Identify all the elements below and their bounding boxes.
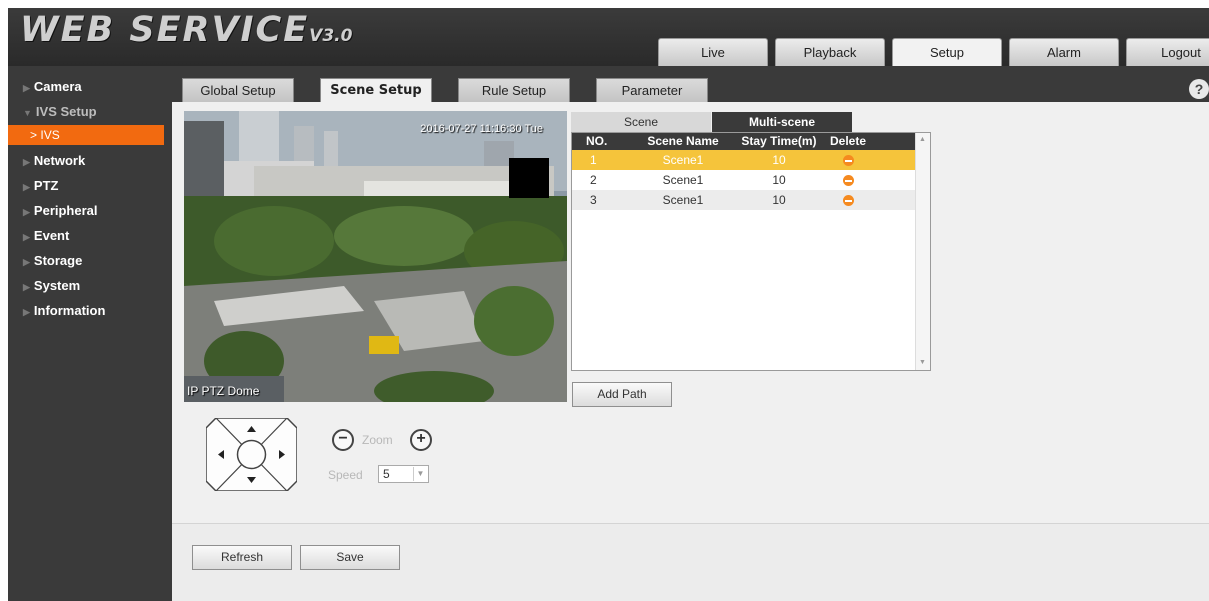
nav-setup[interactable]: Setup <box>892 38 1002 66</box>
cell-delete <box>819 150 877 170</box>
caret-right-icon: ▶ <box>23 157 30 167</box>
cell-no: 2 <box>590 173 597 187</box>
caret-right-icon: ▶ <box>23 83 30 93</box>
delete-icon[interactable] <box>842 175 854 187</box>
sidebar-item-network[interactable]: ▶ Network <box>8 148 172 173</box>
tab-global-setup[interactable]: Global Setup <box>182 78 294 102</box>
sidebar-item-information[interactable]: ▶ Information <box>8 298 172 323</box>
speed-label: Speed <box>328 468 363 482</box>
sidebar-item-system[interactable]: ▶ System <box>8 273 172 298</box>
cell-delete <box>819 190 877 210</box>
table-row[interactable]: 3 Scene1 10 <box>572 190 930 210</box>
sidebar-item-peripheral[interactable]: ▶ Peripheral <box>8 198 172 223</box>
nav-alarm[interactable]: Alarm <box>1009 38 1119 66</box>
sidebar-subitem-ivs[interactable]: > IVS <box>8 125 164 145</box>
cell-stay-time: 10 <box>772 153 786 167</box>
sidebar-item-label: PTZ <box>33 178 59 193</box>
caret-right-icon: ▶ <box>23 307 30 317</box>
header: WEB SERVICEV3.0 Live Playback Setup Alar… <box>8 8 1209 66</box>
cell-delete <box>819 170 877 190</box>
zoom-in-button[interactable]: + <box>410 429 432 451</box>
tab-scene[interactable]: Scene <box>571 112 711 132</box>
sidebar-item-ptz[interactable]: ▶ PTZ <box>8 173 172 198</box>
cell-stay-time: 10 <box>772 193 786 207</box>
cell-no: 1 <box>590 153 597 167</box>
chevron-right-icon: > <box>30 128 38 142</box>
camera-view-image <box>184 111 567 402</box>
sidebar-item-label: Storage <box>33 253 83 268</box>
logo: WEB SERVICEV3.0 <box>20 10 352 50</box>
sidebar-item-label: Event <box>33 228 70 243</box>
cell-scene-name: Scene1 <box>662 173 704 187</box>
scroll-up-icon[interactable]: ▲ <box>919 136 926 143</box>
table-row[interactable]: 2 Scene1 10 <box>572 170 930 190</box>
delete-icon[interactable] <box>842 155 854 167</box>
nav-logout[interactable]: Logout <box>1126 38 1209 66</box>
add-path-button[interactable]: Add Path <box>572 382 672 407</box>
chevron-down-icon: ▼ <box>413 467 427 481</box>
sidebar-item-label: Peripheral <box>33 203 98 218</box>
save-button[interactable]: Save <box>300 545 400 570</box>
zoom-out-button[interactable]: − <box>332 429 354 451</box>
logo-version: V3.0 <box>309 26 353 46</box>
osd-camera-name: IP PTZ Dome <box>187 384 260 398</box>
privacy-mask <box>509 158 549 198</box>
caret-right-icon: ▶ <box>23 282 30 292</box>
video-preview[interactable]: 2016-07-27 11:16:30 Tue IP PTZ Dome <box>184 111 567 402</box>
table-scrollbar[interactable]: ▲ ▼ <box>915 133 930 370</box>
cell-scene-name: Scene1 <box>662 153 704 167</box>
tab-multi-scene[interactable]: Multi-scene <box>712 112 852 132</box>
tab-scene-setup[interactable]: Scene Setup <box>320 78 432 102</box>
sidebar-item-label: IVS Setup <box>35 104 97 119</box>
scene-table: NO. Scene Name Stay Time(m) Delete 1 Sce… <box>571 132 931 371</box>
col-header-delete: Delete <box>829 134 867 148</box>
cell-scene-name: Scene1 <box>662 193 704 207</box>
scroll-down-icon[interactable]: ▼ <box>919 359 926 366</box>
ptz-direction-pad[interactable] <box>206 418 297 491</box>
osd-timestamp: 2016-07-27 11:16:30 Tue <box>420 123 543 135</box>
tab-parameter[interactable]: Parameter <box>596 78 708 102</box>
sidebar-item-label: Camera <box>33 79 82 94</box>
help-icon[interactable]: ? <box>1189 79 1209 99</box>
sidebar-item-storage[interactable]: ▶ Storage <box>8 248 172 273</box>
nav-live[interactable]: Live <box>658 38 768 66</box>
col-header-scene-name: Scene Name <box>647 134 719 148</box>
speed-value: 5 <box>383 467 390 481</box>
caret-right-icon: ▶ <box>23 257 30 267</box>
caret-right-icon: ▶ <box>23 182 30 192</box>
sidebar-item-ivs-setup[interactable]: ▼ IVS Setup <box>8 99 172 124</box>
caret-right-icon: ▶ <box>23 232 30 242</box>
bottom-bar: Refresh Save <box>172 524 1209 601</box>
sidebar-item-event[interactable]: ▶ Event <box>8 223 172 248</box>
main-nav: Live Playback Setup Alarm Logout <box>658 38 1209 66</box>
sidebar-item-label: Information <box>33 303 106 318</box>
sidebar: ▶ Camera ▼ IVS Setup > IVS ▶ Network ▶ PTZ ▶… <box>8 66 172 601</box>
sidebar-item-camera[interactable]: ▶ Camera <box>8 74 172 99</box>
sidebar-subitem-label: IVS <box>40 128 60 142</box>
logo-text: WEB SERVICE <box>20 10 310 50</box>
col-header-no: NO. <box>586 134 608 148</box>
cell-no: 3 <box>590 193 597 207</box>
zoom-label: Zoom <box>362 433 393 447</box>
subtab-bar: Global Setup Scene Setup Rule Setup Para… <box>172 66 1209 102</box>
refresh-button[interactable]: Refresh <box>192 545 292 570</box>
table-row[interactable]: 1 Scene1 10 <box>572 150 930 170</box>
nav-playback[interactable]: Playback <box>775 38 885 66</box>
tab-rule-setup[interactable]: Rule Setup <box>458 78 570 102</box>
app-window: WEB SERVICEV3.0 Live Playback Setup Alar… <box>8 8 1209 601</box>
speed-select[interactable]: 5 ▼ <box>378 465 429 483</box>
cell-stay-time: 10 <box>772 173 786 187</box>
delete-icon[interactable] <box>842 195 854 207</box>
caret-right-icon: ▶ <box>23 207 30 217</box>
sidebar-item-label: System <box>33 278 81 293</box>
sidebar-item-label: Network <box>33 153 86 168</box>
col-header-stay-time: Stay Time(m) <box>741 134 817 148</box>
caret-down-icon: ▼ <box>23 108 32 118</box>
main-content: 2016-07-27 11:16:30 Tue IP PTZ Dome Scen… <box>172 102 1209 601</box>
table-header: NO. Scene Name Stay Time(m) Delete <box>572 133 930 150</box>
